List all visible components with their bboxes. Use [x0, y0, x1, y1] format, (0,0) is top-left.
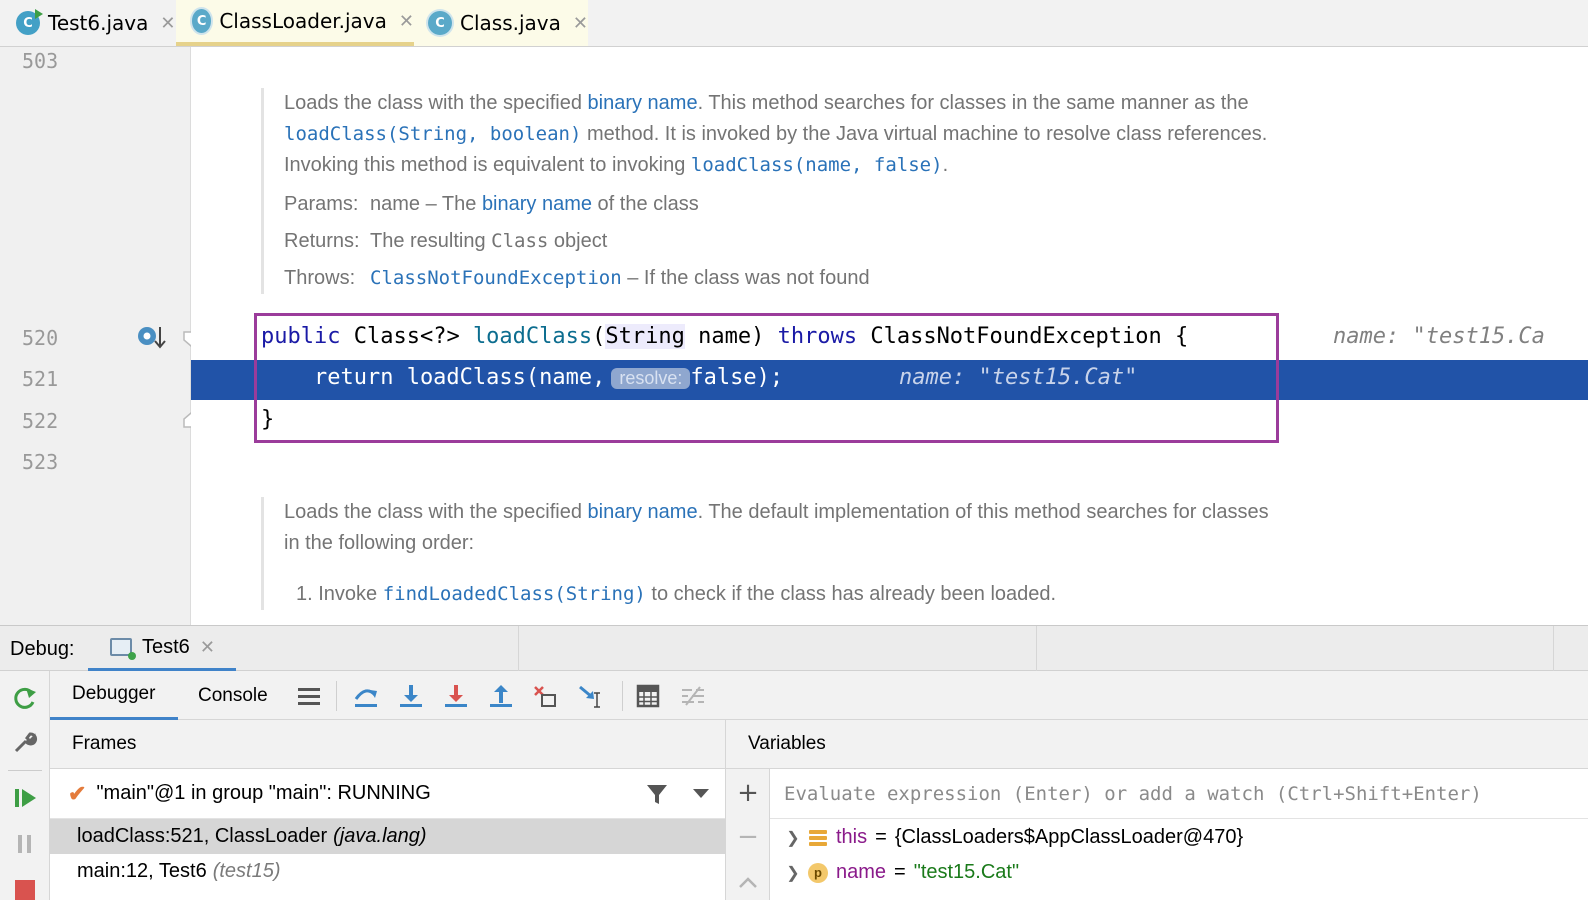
variables-panel: Variables + − Evaluate expression (Enter…	[726, 720, 1588, 900]
stop-icon[interactable]	[12, 876, 38, 900]
session-label: Test6	[142, 635, 190, 658]
divider	[1553, 626, 1554, 672]
loadclass-name-false-link[interactable]: loadClass(name, false)	[691, 154, 943, 176]
doc-list-item: 1. Invoke findLoadedClass(String) to che…	[296, 583, 1057, 605]
doc-line: in the following order:	[284, 532, 475, 554]
divider	[1036, 626, 1037, 672]
divider	[336, 681, 337, 711]
run-config-icon	[110, 638, 136, 660]
debugger-toolbar: Debugger Console	[50, 671, 1588, 720]
debug-title: Debug:	[10, 638, 75, 660]
filter-icon[interactable]	[645, 782, 669, 806]
variable-row-name[interactable]: ❯ p name = "test15.Cat"	[770, 855, 1019, 890]
close-icon[interactable]: ✕	[200, 637, 215, 658]
trace-current-stream-icon[interactable]	[680, 683, 706, 709]
findloadedclass-link[interactable]: findLoadedClass(String)	[383, 583, 646, 605]
close-icon[interactable]: ✕	[573, 13, 588, 34]
variable-row-this[interactable]: ❯ this = {ClassLoaders$AppClassLoader@47…	[770, 820, 1243, 855]
code-editor[interactable]: Loads the class with the specified binar…	[191, 47, 1588, 625]
rerun-icon[interactable]	[12, 685, 38, 711]
line-number: 523	[22, 450, 59, 474]
chevron-right-icon[interactable]: ❯	[778, 828, 808, 848]
tab-class-java[interactable]: C Class.java ✕	[414, 0, 588, 46]
method-highlight-box	[254, 313, 1279, 443]
editor-tab-bar: C Test6.java ✕ C ClassLoader.java ✕ C Cl…	[0, 0, 1588, 47]
binary-name-link[interactable]: binary name	[588, 92, 698, 114]
debug-side-toolbar	[0, 671, 50, 900]
close-icon[interactable]: ✕	[399, 11, 414, 32]
parameter-icon: p	[808, 862, 828, 883]
step-over-icon[interactable]	[353, 683, 379, 709]
wrench-icon[interactable]	[12, 729, 38, 755]
line-number: 521	[22, 367, 59, 391]
javadoc-loadclass-resolve: Loads the class with the specified binar…	[261, 497, 1461, 610]
evaluate-expression-input[interactable]: Evaluate expression (Enter) or add a wat…	[770, 769, 1588, 819]
java-class-library-icon: C	[192, 9, 212, 33]
variables-header: Variables	[726, 720, 1588, 769]
pause-icon[interactable]	[12, 831, 38, 857]
debug-session-tab[interactable]: Test6 ✕	[88, 626, 236, 672]
line-number: 520	[22, 326, 59, 350]
close-icon[interactable]: ✕	[160, 13, 175, 34]
tab-test6-java[interactable]: C Test6.java ✕	[0, 0, 176, 46]
remove-watch-icon[interactable]: −	[736, 824, 760, 850]
tab-console[interactable]: Console	[198, 671, 268, 720]
divider	[8, 770, 42, 771]
tab-debugger[interactable]: Debugger	[50, 671, 178, 720]
divider	[622, 681, 623, 711]
doc-returns: Returns: The resulting Class object	[284, 230, 608, 252]
inline-debug-value: name: "test15.Ca	[1333, 324, 1545, 349]
javadoc-loadclass: Loads the class with the specified binar…	[261, 88, 1461, 294]
doc-line: Loads the class with the specified binar…	[284, 92, 1249, 114]
doc-line: Loads the class with the specified binar…	[284, 501, 1269, 523]
tab-classloader-java[interactable]: C ClassLoader.java ✕	[176, 0, 414, 46]
implemented-method-icon[interactable]	[136, 324, 166, 352]
doc-line: loadClass(String, boolean) method. It is…	[284, 123, 1268, 145]
divider	[518, 626, 519, 672]
show-execution-point-icon[interactable]	[296, 683, 322, 709]
run-to-cursor-icon[interactable]	[578, 683, 604, 709]
chevron-right-icon[interactable]: ❯	[778, 863, 808, 883]
editor-gutter[interactable]: 503 520 521 522 523	[0, 47, 199, 625]
frames-panel: Frames ✔ "main"@1 in group "main": RUNNI…	[50, 720, 726, 900]
force-step-into-icon[interactable]	[443, 683, 469, 709]
binary-name-link[interactable]: binary name	[588, 501, 698, 523]
frames-header: Frames	[50, 720, 725, 769]
move-up-icon[interactable]	[738, 875, 758, 889]
frame-row-selected[interactable]: loadClass:521, ClassLoader (java.lang)	[50, 819, 725, 854]
check-icon: ✔	[68, 780, 87, 806]
line-number: 503	[22, 49, 59, 73]
doc-throws: Throws: ClassNotFoundException – If the c…	[284, 267, 870, 289]
thread-label: "main"@1 in group "main": RUNNING	[96, 782, 431, 804]
tab-label: Test6.java	[48, 11, 149, 35]
resume-program-icon[interactable]	[12, 785, 38, 811]
java-class-run-icon: C	[16, 9, 43, 35]
tab-label: ClassLoader.java	[219, 9, 387, 33]
loadclass-link[interactable]: loadClass(String, boolean)	[284, 123, 581, 145]
doc-line: Invoking this method is equivalent to in…	[284, 154, 949, 176]
classnotfoundexception-link[interactable]: ClassNotFoundException	[370, 267, 622, 289]
evaluate-expression-icon[interactable]	[635, 683, 661, 709]
chevron-down-icon[interactable]	[693, 789, 709, 798]
field-icon	[808, 828, 828, 848]
thread-selector[interactable]: ✔ "main"@1 in group "main": RUNNING	[50, 769, 725, 819]
binary-name-link[interactable]: binary name	[482, 193, 592, 215]
frame-row[interactable]: main:12, Test6 (test15)	[50, 854, 725, 889]
add-watch-icon[interactable]: +	[736, 780, 760, 806]
doc-params: Params: name – The binary name of the cla…	[284, 193, 699, 215]
debug-tool-window-header: Debug: Test6 ✕	[0, 625, 1588, 672]
drop-frame-icon[interactable]	[533, 683, 559, 709]
java-class-library-icon: C	[428, 11, 452, 35]
tab-label: Class.java	[460, 11, 561, 35]
step-out-icon[interactable]	[488, 683, 514, 709]
line-number: 522	[22, 409, 59, 433]
step-into-icon[interactable]	[398, 683, 424, 709]
variables-side-toolbar: + −	[726, 769, 770, 900]
